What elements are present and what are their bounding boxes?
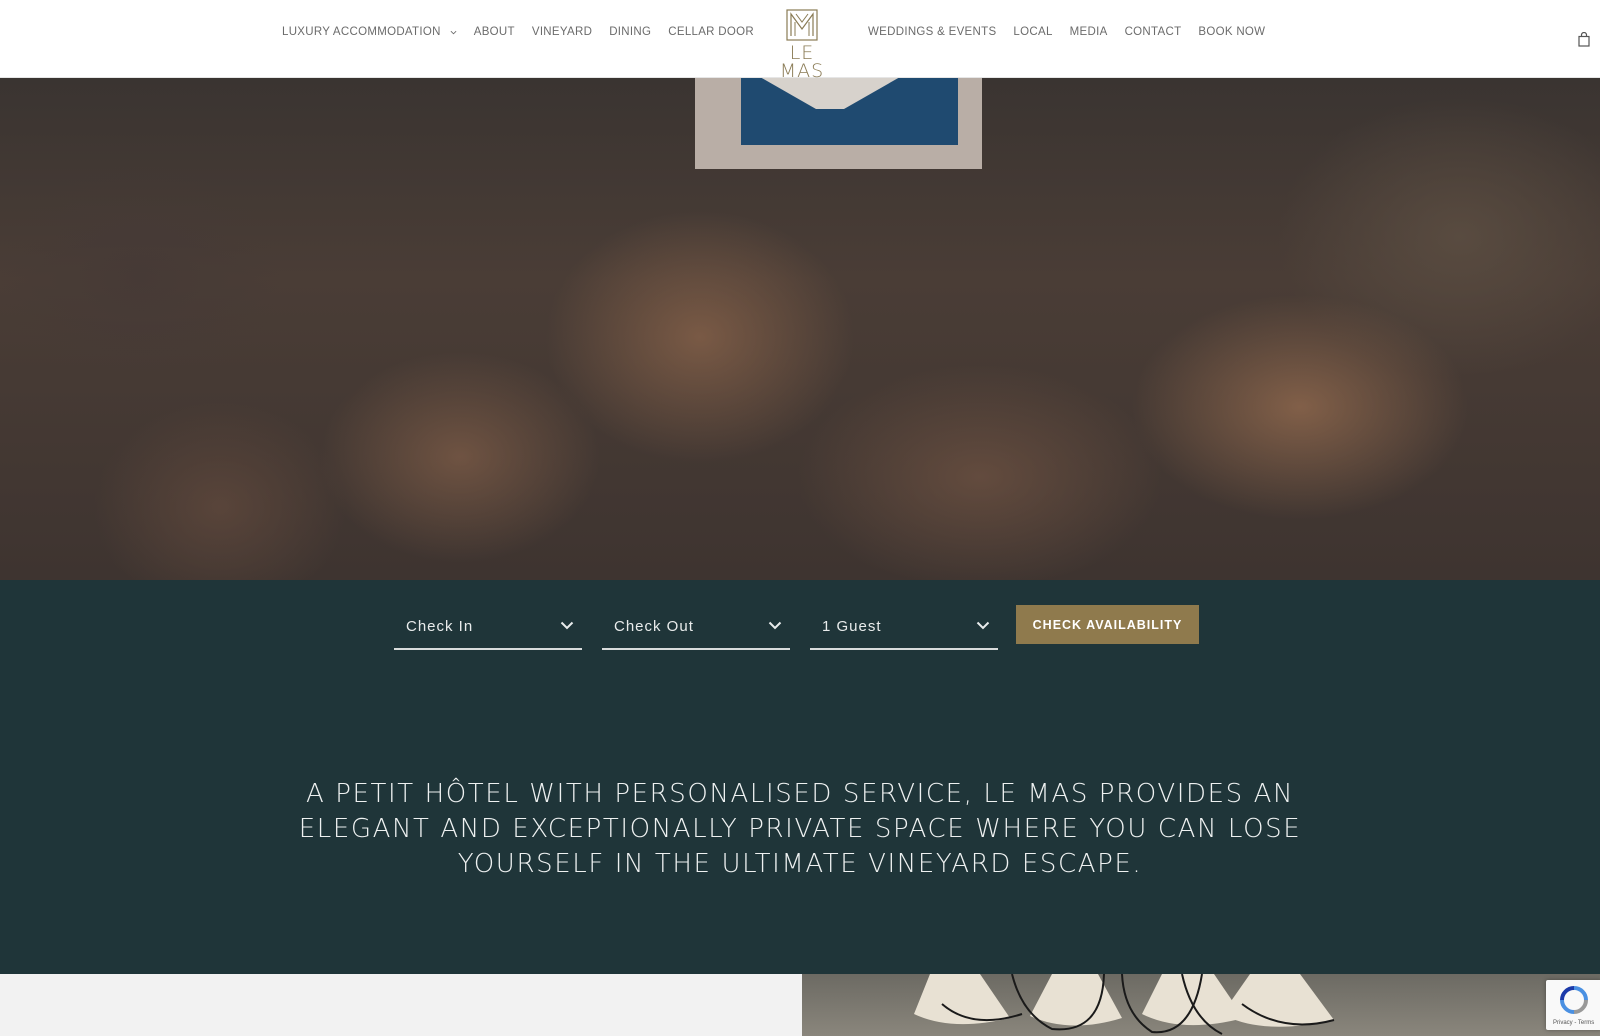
- pendant-lamps-illustration: [914, 974, 1335, 1035]
- recaptcha-badge[interactable]: Privacy - Terms: [1546, 980, 1600, 1030]
- shopping-bag-icon[interactable]: [1578, 32, 1590, 47]
- nav-left: LUXURY ACCOMMODATION ABOUT VINEYARD DINI…: [282, 0, 771, 64]
- lamp-image: [802, 974, 1600, 1036]
- nav-item-cellar-door[interactable]: CELLAR DOOR: [668, 26, 754, 38]
- check-in-select[interactable]: Check In: [394, 606, 582, 650]
- check-availability-button[interactable]: CHECK AVAILABILITY: [1016, 605, 1199, 644]
- nav-item-dining[interactable]: DINING: [609, 26, 651, 38]
- nav-item-book-now[interactable]: BOOK NOW: [1198, 26, 1265, 38]
- chevron-down-icon: [450, 30, 457, 34]
- tagline: A PETIT HÔTEL WITH PERSONALISED SERVICE,…: [298, 779, 1302, 879]
- chevron-down-icon: [976, 621, 990, 630]
- site-logo[interactable]: LE MAS: [764, 9, 840, 81]
- logo-text: LE MAS: [779, 42, 825, 82]
- nav-item-vineyard[interactable]: VINEYARD: [532, 26, 592, 38]
- nav-item-media[interactable]: MEDIA: [1070, 26, 1108, 38]
- chevron-down-icon: [560, 621, 574, 630]
- hero-aerial-image: [0, 77, 1600, 580]
- recaptcha-icon: [1560, 986, 1588, 1014]
- content-panel: [0, 974, 802, 1036]
- nav-item-local[interactable]: LOCAL: [1013, 26, 1052, 38]
- nav-item-contact[interactable]: CONTACT: [1125, 26, 1182, 38]
- nav-right: WEDDINGS & EVENTS LOCAL MEDIA CONTACT BO…: [868, 0, 1282, 64]
- guests-select[interactable]: 1 Guest: [810, 606, 998, 650]
- chevron-down-icon: [768, 621, 782, 630]
- nav-item-about[interactable]: ABOUT: [474, 26, 515, 38]
- site-header: LUXURY ACCOMMODATION ABOUT VINEYARD DINI…: [0, 0, 1600, 81]
- check-out-select[interactable]: Check Out: [602, 606, 790, 650]
- logo-mark-icon: [786, 9, 818, 41]
- booking-section: Check In Check Out 1 Guest CHECK AVAILAB…: [0, 580, 1600, 974]
- nav-item-weddings-events[interactable]: WEDDINGS & EVENTS: [868, 26, 996, 38]
- nav-item-luxury-accommodation[interactable]: LUXURY ACCOMMODATION: [282, 26, 457, 38]
